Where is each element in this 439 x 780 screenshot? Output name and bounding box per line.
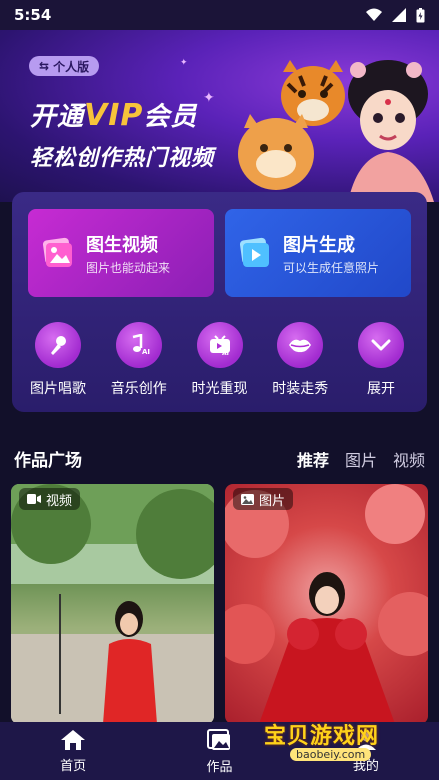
wifi-icon	[366, 8, 382, 21]
tool-image-sing[interactable]: 图片唱歌	[18, 322, 98, 398]
tool-label: 展开	[367, 381, 395, 397]
battery-icon	[416, 7, 425, 22]
gallery-title: 作品广场	[14, 451, 82, 471]
tool-row: 图片唱歌 AI 音乐创作 AI 时光重现 时装走秀 展开	[12, 322, 427, 398]
status-time: 5:54	[14, 6, 52, 24]
nav-home[interactable]: 首页	[0, 722, 146, 780]
sparkle-icon: ✦	[203, 90, 215, 106]
card-title: 图生视频	[86, 235, 158, 256]
media-tag: 视频	[19, 488, 81, 510]
tool-label: 图片唱歌	[30, 381, 86, 397]
tool-expand[interactable]: 展开	[341, 322, 421, 398]
watermark-url: baobeiy.com	[290, 748, 372, 761]
image-to-video-card[interactable]: 图生视频 图片也能动起来	[28, 209, 214, 297]
watermark-text: 宝贝游戏网	[264, 724, 380, 749]
sparkle-icon: ✦	[180, 58, 188, 68]
tool-music-create[interactable]: AI 音乐创作	[99, 322, 179, 398]
music-note-icon: AI	[115, 322, 162, 368]
tool-label: 时装走秀	[272, 381, 329, 397]
site-watermark: 宝贝游戏网 baobeiy.com	[264, 712, 414, 772]
media-tag-label: 视频	[46, 493, 73, 509]
video-thumbnail	[11, 484, 214, 724]
vip-prefix: 开通	[30, 102, 85, 132]
card-subtitle: 可以生成任意照片	[283, 261, 380, 275]
tool-label: 音乐创作	[110, 381, 167, 397]
media-tag: 图片	[233, 488, 294, 510]
image-play-icon	[239, 237, 269, 267]
gallery-item-image[interactable]: 图片	[225, 484, 428, 724]
switch-icon: ⇆	[39, 59, 50, 73]
lips-icon	[277, 322, 324, 368]
image-video-icon	[42, 237, 72, 267]
nav-label: 作品	[206, 759, 233, 775]
svg-text:AI: AI	[142, 348, 150, 356]
card-subtitle: 图片也能动起来	[86, 261, 171, 275]
signal-icon	[392, 8, 406, 22]
tool-label: 时光重现	[191, 381, 248, 397]
vip-banner[interactable]: ✦ ✦ ⇆ 个人版 开通VIP会员 轻松创作热门视频	[0, 30, 439, 202]
svg-text:AI: AI	[222, 350, 229, 356]
microphone-icon	[35, 322, 81, 368]
card-title: 图片生成	[283, 235, 355, 256]
tool-time-reproduce[interactable]: AI 时光重现	[180, 322, 260, 398]
gallery-icon	[207, 728, 231, 750]
tab-videos[interactable]: 视频	[393, 447, 425, 471]
image-icon	[241, 493, 254, 505]
edition-badge[interactable]: ⇆ 个人版	[29, 56, 100, 76]
status-bar: 5:54	[0, 0, 439, 30]
gallery-item-video[interactable]: 视频	[11, 484, 214, 724]
image-generation-card[interactable]: 图片生成 可以生成任意照片	[225, 209, 411, 297]
image-thumbnail	[225, 484, 428, 724]
vip-headline: 开通VIP会员	[30, 96, 197, 133]
chevron-down-icon	[358, 322, 404, 368]
tv-ai-icon: AI	[196, 322, 243, 368]
vip-subtitle: 轻松创作热门视频	[30, 146, 215, 171]
mascot-illustration	[238, 60, 434, 202]
vip-word: VIP	[84, 98, 144, 133]
tab-images[interactable]: 图片	[345, 447, 377, 471]
feature-panel: 图生视频 图片也能动起来 图片生成 可以生成任意照片 图片唱歌 AI 音乐创作 …	[12, 192, 427, 412]
gallery-header: 作品广场 推荐 图片 视频	[14, 446, 425, 472]
edition-label: 个人版	[53, 59, 90, 74]
video-icon	[27, 494, 41, 504]
tool-fashion-show[interactable]: 时装走秀	[260, 322, 340, 398]
media-tag-label: 图片	[259, 493, 286, 509]
gallery-tabs: 推荐 图片 视频	[297, 447, 425, 471]
status-icons	[366, 7, 425, 23]
vip-suffix: 会员	[143, 102, 198, 132]
tab-recommend[interactable]: 推荐	[297, 447, 329, 471]
nav-label: 首页	[60, 758, 87, 774]
home-icon	[61, 729, 86, 750]
